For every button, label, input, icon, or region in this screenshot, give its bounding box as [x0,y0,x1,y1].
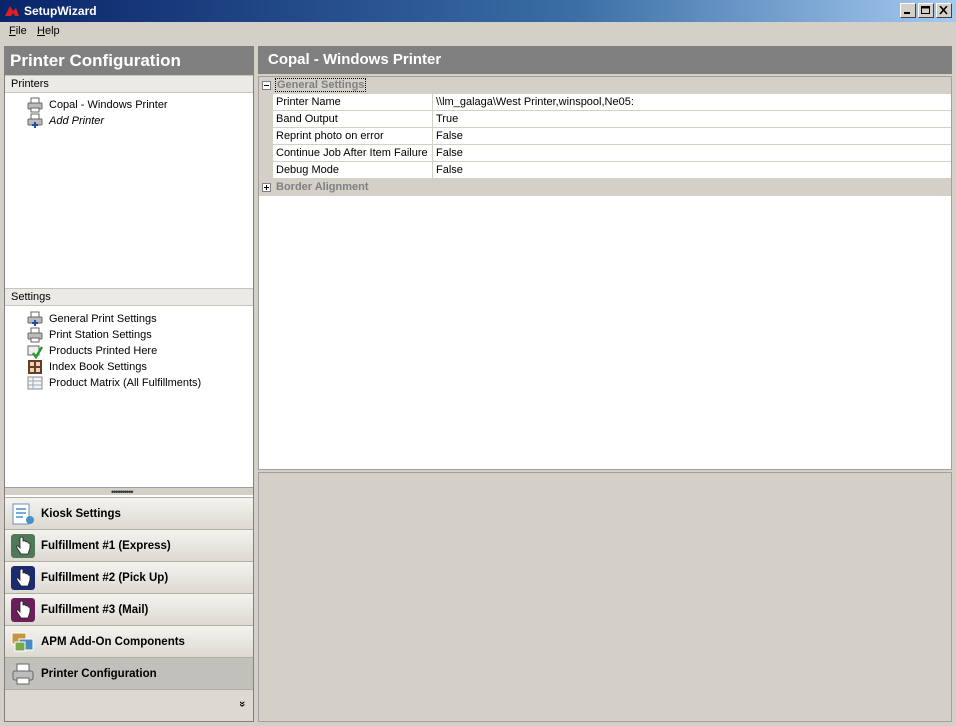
app-logo-icon [5,6,19,16]
tree-item-general-print-settings[interactable]: General Print Settings [27,311,157,327]
chevron-down-icon[interactable]: » [236,701,248,707]
property-value[interactable]: False [433,145,951,162]
hand-pointer-icon [11,597,35,622]
nav-overflow-bar[interactable]: » [5,689,253,721]
products-check-icon [27,345,43,359]
printer-icon [12,663,34,684]
property-row-band-output[interactable]: Band Output True [259,111,951,128]
property-row-reprint-photo[interactable]: Reprint photo on error False [259,128,951,145]
menu-help[interactable]: Help [37,25,60,37]
hand-pointer-icon [11,565,35,590]
tree-item-product-matrix[interactable]: Product Matrix (All Fulfillments) [27,375,201,391]
expand-icon[interactable] [262,183,271,192]
property-name: Band Output [273,111,433,128]
maximize-button[interactable] [918,3,934,18]
menu-bar: File Help [0,22,956,42]
nav-fulfillment-2[interactable]: Fulfillment #2 (Pick Up) [5,561,253,593]
printer-icon [27,327,43,343]
property-name: Debug Mode [273,162,433,179]
nav-fulfillment-1[interactable]: Fulfillment #1 (Express) [5,529,253,561]
splitter-grip-icon: •••••••••• [111,487,133,497]
printer-icon [27,97,43,113]
left-panel: Printer Configuration Printers Copal - W… [4,46,254,722]
description-pane [258,472,952,722]
property-row-continue-job[interactable]: Continue Job After Item Failure False [259,145,951,162]
property-name: Reprint photo on error [273,128,433,145]
nav-kiosk-settings[interactable]: Kiosk Settings [5,497,253,529]
nav-fulfillment-3[interactable]: Fulfillment #3 (Mail) [5,593,253,625]
printers-section-header: Printers [5,75,253,93]
property-value[interactable]: \\lm_galaga\West Printer,winspool,Ne05: [433,94,951,111]
property-value[interactable]: False [433,162,951,179]
photos-icon [11,632,34,651]
category-general-settings[interactable]: General Settings [259,77,951,94]
tree-item-print-station-settings[interactable]: Print Station Settings [27,327,152,343]
product-matrix-icon [27,376,43,390]
minimize-button[interactable] [900,3,916,18]
settings-section-header: Settings [5,288,253,306]
menu-file[interactable]: File [9,25,27,37]
property-name: Continue Job After Item Failure [273,145,433,162]
category-border-alignment[interactable]: Border Alignment [259,179,951,196]
property-grid: General Settings Printer Name \\lm_galag… [258,76,952,470]
add-printer-icon [27,113,43,128]
nav-printer-configuration[interactable]: Printer Configuration [5,657,253,689]
property-name: Printer Name [273,94,433,111]
property-row-printer-name[interactable]: Printer Name \\lm_galaga\West Printer,wi… [259,94,951,111]
close-icon [939,6,948,15]
tree-item-index-book-settings[interactable]: Index Book Settings [27,359,147,375]
maximize-icon [921,6,930,14]
window-title: SetupWizard [24,4,97,18]
printer-settings-icon [27,311,43,326]
left-panel-title: Printer Configuration [5,47,253,75]
nav-apm-add-on-components[interactable]: APM Add-On Components [5,625,253,657]
title-bar[interactable]: SetupWizard [0,0,956,22]
tree-item-add-printer[interactable]: Add Printer [27,113,104,129]
panel-splitter[interactable]: •••••••••• [5,487,253,497]
collapse-icon[interactable] [262,81,271,90]
hand-pointer-icon [11,533,35,558]
property-value[interactable]: True [433,111,951,128]
tree-item-products-printed-here[interactable]: Products Printed Here [27,343,157,359]
close-button[interactable] [936,3,952,18]
property-row-debug-mode[interactable]: Debug Mode False [259,162,951,179]
index-book-icon [28,360,42,374]
minimize-icon [904,12,910,14]
right-panel-title: Copal - Windows Printer [258,46,952,74]
kiosk-icon [12,503,34,524]
tree-item-copal-printer[interactable]: Copal - Windows Printer [27,97,168,113]
property-value[interactable]: False [433,128,951,145]
